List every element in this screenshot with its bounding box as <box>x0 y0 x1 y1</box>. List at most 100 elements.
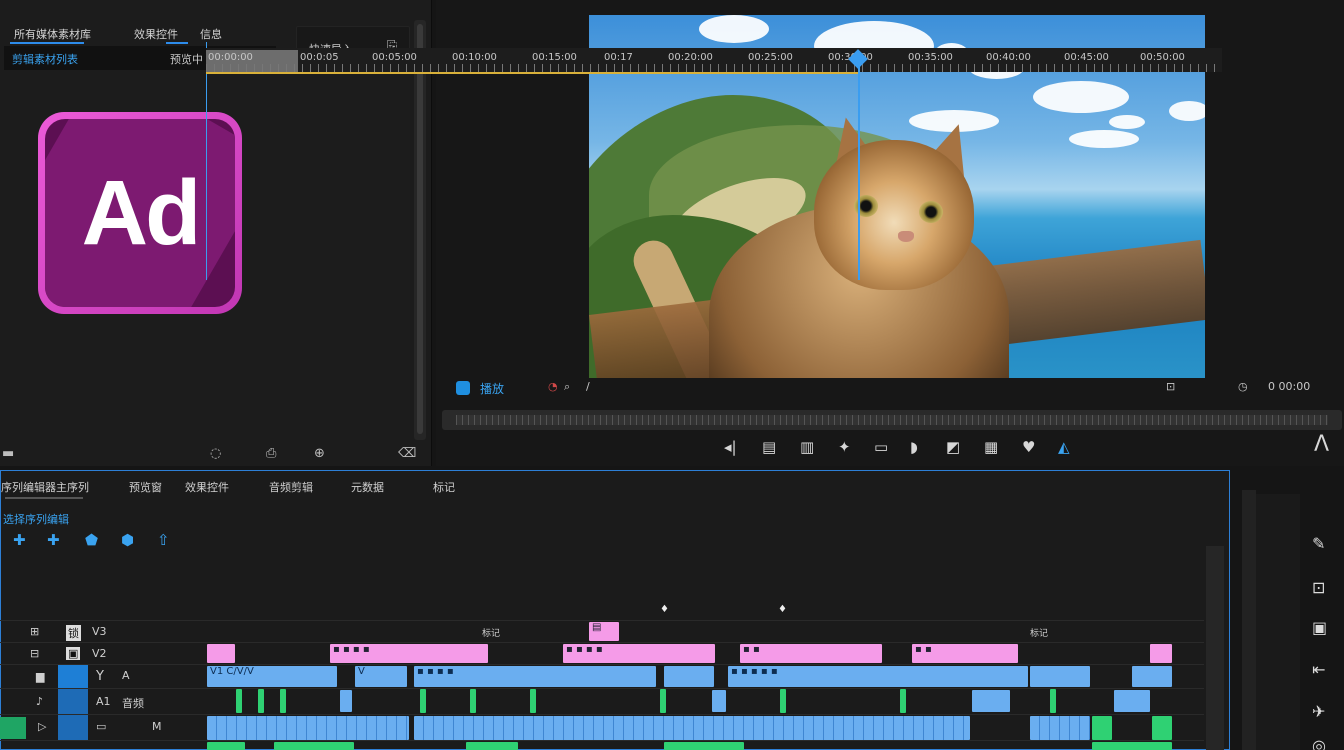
clip[interactable] <box>470 689 476 713</box>
track-toggle[interactable]: ⊞ <box>30 625 39 638</box>
timeline-scrollbar[interactable] <box>1206 546 1224 750</box>
time-ruler[interactable]: 00:00:00 00:0:05 00:05:00 00:10:00 00:15… <box>206 48 1222 74</box>
clip[interactable] <box>207 742 245 750</box>
audio-clip[interactable] <box>414 716 970 740</box>
tab-metadata[interactable]: 元数据 <box>351 479 384 495</box>
track-target[interactable] <box>58 665 88 689</box>
clip[interactable] <box>274 742 354 750</box>
clip[interactable] <box>712 690 726 712</box>
tab-preview[interactable]: 预览窗 <box>129 479 162 495</box>
clip[interactable] <box>340 690 352 712</box>
overwrite-icon[interactable]: ◩ <box>946 438 960 456</box>
tab-effect-controls[interactable]: 效果控件 <box>134 26 178 42</box>
text-tool-icon[interactable]: Y <box>96 669 104 684</box>
settings-icon[interactable]: ♥ <box>1022 438 1035 456</box>
clip[interactable] <box>972 690 1010 712</box>
clip[interactable] <box>1132 666 1172 687</box>
clip[interactable]: ▪ ▪ ▪ ▪ <box>330 644 488 663</box>
clip[interactable] <box>420 689 426 713</box>
clip[interactable] <box>664 742 744 750</box>
tab-media-library[interactable]: 所有媒体素材库 <box>14 26 91 42</box>
clip[interactable] <box>1092 742 1172 750</box>
audio-clip[interactable] <box>1152 716 1172 740</box>
clip[interactable]: ▪ ▪ ▪ ▪ <box>414 666 656 687</box>
clip[interactable] <box>1030 666 1090 687</box>
clip[interactable] <box>664 666 714 687</box>
marker-pin-icon[interactable]: ♦ <box>778 604 787 615</box>
selection-tool-icon[interactable]: ✎ <box>1312 534 1325 553</box>
clip[interactable] <box>236 689 242 713</box>
hand-tool-icon[interactable]: ◎ <box>1312 736 1326 750</box>
clip[interactable]: ▤ <box>589 622 619 641</box>
monitor-scrubber[interactable] <box>442 410 1342 430</box>
clip[interactable] <box>258 689 264 713</box>
play-icon[interactable]: ✦ <box>838 438 851 456</box>
folder-icon[interactable]: ▆ <box>36 670 44 683</box>
fit-icon[interactable]: ⌕ <box>564 380 570 394</box>
clip[interactable] <box>1150 644 1172 663</box>
clip[interactable]: V1 C/V/V <box>207 666 337 687</box>
wrench-icon[interactable]: Λ <box>1314 432 1329 457</box>
clip[interactable] <box>1114 690 1150 712</box>
tab-markers[interactable]: 标记 <box>433 479 455 495</box>
clip[interactable] <box>900 689 906 713</box>
work-area-bar[interactable] <box>206 72 860 74</box>
mark-out-icon[interactable]: ▤ <box>762 438 776 456</box>
record-icon[interactable]: ◔ <box>548 380 558 393</box>
clip[interactable]: ▪ ▪ ▪ ▪ ▪ <box>728 666 1028 687</box>
pen-tool-icon[interactable]: ✈ <box>1312 702 1325 721</box>
clip[interactable] <box>780 689 786 713</box>
track-lock[interactable]: 锁 <box>66 625 81 641</box>
razor-tool-icon[interactable]: ▣ <box>1312 618 1327 637</box>
zoom-icon[interactable]: / <box>586 380 590 393</box>
slip-tool-icon[interactable]: ⇤ <box>1312 660 1325 679</box>
link-icon[interactable]: ⬢ <box>121 531 134 549</box>
puzzle-icon[interactable]: ✚ <box>13 531 26 549</box>
track-target[interactable] <box>58 715 88 741</box>
export-frame-icon[interactable]: ▦ <box>984 438 998 456</box>
tab-effects[interactable]: 效果控件 <box>185 479 229 495</box>
mark-in-icon[interactable]: ◂| <box>724 438 737 456</box>
tab-audio[interactable]: 音频剪辑 <box>269 479 313 495</box>
settings-small-icon[interactable]: ⊡ <box>1166 380 1175 393</box>
clip[interactable] <box>207 644 235 663</box>
program-badge-icon[interactable] <box>456 381 470 395</box>
tab-sequence[interactable]: 序列编辑器主序列 <box>1 479 89 495</box>
snap-icon[interactable]: ⬟ <box>85 531 98 549</box>
track-toggle[interactable]: ⊟ <box>30 647 39 660</box>
search-icon[interactable]: ◌ <box>210 446 221 461</box>
clip[interactable]: ▪ ▪ <box>740 644 882 663</box>
step-back-icon[interactable]: ▥ <box>800 438 814 456</box>
audio-icon[interactable]: ♪ <box>36 695 43 708</box>
audio-clip[interactable] <box>1092 716 1112 740</box>
track-target[interactable] <box>58 689 88 715</box>
project-scrollbar[interactable] <box>414 20 426 440</box>
track-sync-indicator[interactable] <box>0 717 26 739</box>
clip[interactable]: ▪ ▪ <box>912 644 1018 663</box>
loop-icon[interactable]: ▭ <box>874 438 888 456</box>
clip[interactable] <box>660 689 666 713</box>
clip[interactable]: V <box>355 666 407 687</box>
clip[interactable] <box>280 689 286 713</box>
add-icon[interactable]: ✚ <box>47 531 60 549</box>
audio-clip[interactable] <box>207 716 409 740</box>
button-editor-icon[interactable]: ◭ <box>1058 438 1070 456</box>
new-bin-icon[interactable]: ⎙ <box>266 446 276 461</box>
track-clip-icon[interactable]: ▭ <box>96 720 106 733</box>
new-item-icon[interactable]: ⊕ <box>314 446 325 461</box>
clip[interactable]: ▪ ▪ ▪ ▪ <box>563 644 715 663</box>
clip[interactable] <box>1050 689 1056 713</box>
audio-clip[interactable] <box>1030 716 1090 740</box>
clock-icon[interactable]: ◷ <box>1238 380 1248 393</box>
playhead[interactable] <box>858 56 860 280</box>
tab-info[interactable]: 信息 <box>200 26 222 42</box>
insert-icon[interactable]: ◗ <box>910 438 918 456</box>
marker-pin-icon[interactable]: ♦ <box>660 604 669 615</box>
trash-icon[interactable]: ⌫ <box>398 446 416 461</box>
clip-list-cell[interactable]: 剪辑素材列表 <box>12 51 78 67</box>
clip[interactable] <box>466 742 518 750</box>
track-lock[interactable]: ▣ <box>66 647 81 660</box>
preview-cell[interactable]: 预览中 <box>170 51 203 67</box>
list-view-icon[interactable]: ▬ <box>2 446 14 461</box>
play-track-icon[interactable]: ▷ <box>38 720 46 733</box>
